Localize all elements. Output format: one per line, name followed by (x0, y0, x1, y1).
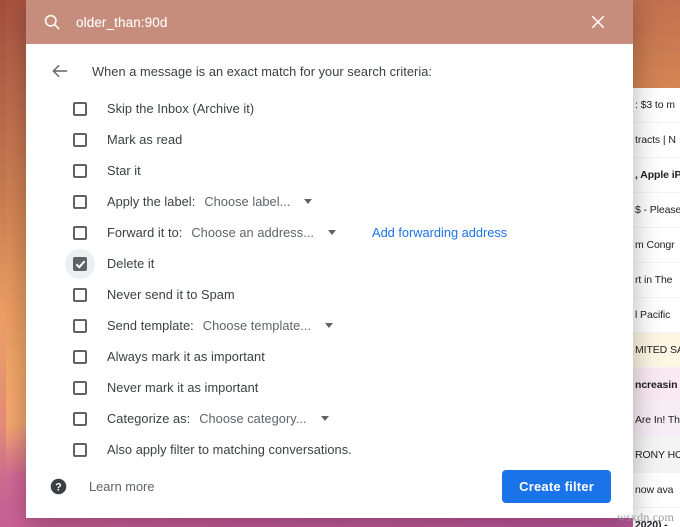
email-list-item[interactable]: Are In! The (633, 403, 680, 438)
email-list-item[interactable]: l Pacific (633, 298, 680, 333)
email-list-item[interactable]: 2020) - (633, 508, 680, 527)
checkbox-unchecked[interactable] (73, 350, 87, 364)
filter-action-label: Always mark it as important (107, 349, 265, 364)
close-icon[interactable] (581, 5, 615, 39)
checkbox-unchecked[interactable] (73, 226, 87, 240)
checkbox-unchecked[interactable] (73, 102, 87, 116)
email-list-item[interactable]: RONY HO (633, 438, 680, 473)
filter-action-label: Apply the label: (107, 194, 195, 209)
dropdown-selected-value: Choose template... (203, 318, 311, 333)
filter-creation-dialog: older_than:90d When a message is an exac… (26, 0, 633, 518)
checkbox-checked[interactable] (73, 257, 87, 271)
filter-action-dropdown[interactable]: Choose template... (203, 318, 333, 333)
filter-action-row[interactable]: Never mark it as important (53, 372, 633, 403)
filter-action-label: Send template: (107, 318, 194, 333)
learn-more-label: Learn more (89, 479, 154, 494)
search-icon (42, 12, 62, 32)
checkbox-unchecked[interactable] (73, 319, 87, 333)
chevron-down-icon (304, 199, 312, 204)
checkbox-unchecked[interactable] (73, 164, 87, 178)
add-forwarding-address-link[interactable]: Add forwarding address (372, 225, 507, 240)
close-x-glyph (589, 13, 607, 31)
chevron-down-icon (321, 416, 329, 421)
filter-action-label: Forward it to: (107, 225, 182, 240)
filter-action-dropdown[interactable]: Choose an address... (191, 225, 336, 240)
filter-action-label: Delete it (107, 256, 154, 271)
chevron-down-icon (325, 323, 333, 328)
dropdown-selected-value: Choose category... (199, 411, 306, 426)
search-bar: older_than:90d (26, 0, 633, 44)
filter-action-label: Never send it to Spam (107, 287, 235, 302)
dropdown-selected-value: Choose label... (204, 194, 290, 209)
email-list-item[interactable]: MITED SA (633, 333, 680, 368)
filter-actions-list: Skip the Inbox (Archive it) Mark as read S… (26, 93, 633, 465)
filter-action-row[interactable]: Categorize as: Choose category... (53, 403, 633, 434)
email-list-item[interactable]: now ava (633, 473, 680, 508)
filter-action-dropdown[interactable]: Choose category... (199, 411, 328, 426)
dialog-footer: ? Learn more Create filter (26, 454, 633, 518)
checkbox-unchecked[interactable] (73, 133, 87, 147)
email-list-item[interactable]: tracts | N (633, 123, 680, 158)
filter-action-dropdown[interactable]: Choose label... (204, 194, 312, 209)
left-edge-sliver (0, 0, 6, 527)
background-email-list[interactable]: : $3 to mtracts | N, Apple iP$ - Pleasem… (633, 88, 680, 527)
create-filter-button[interactable]: Create filter (502, 470, 611, 503)
filter-action-row[interactable]: Send template: Choose template... (53, 310, 633, 341)
email-list-item[interactable]: ncreasin (633, 368, 680, 403)
svg-text:?: ? (55, 481, 61, 493)
filter-action-row[interactable]: Always mark it as important (53, 341, 633, 372)
filter-action-label: Never mark it as important (107, 380, 258, 395)
filter-action-row[interactable]: Star it (53, 155, 633, 186)
checkbox-unchecked[interactable] (73, 443, 87, 457)
email-list-item[interactable]: rt in The (633, 263, 680, 298)
dialog-body: When a message is an exact match for you… (26, 44, 633, 518)
back-arrow-icon[interactable] (50, 61, 70, 81)
filter-action-label: Skip the Inbox (Archive it) (107, 101, 254, 116)
email-list-item[interactable]: , Apple iP (633, 158, 680, 193)
filter-action-row[interactable]: Never send it to Spam (53, 279, 633, 310)
email-list-item[interactable]: : $3 to m (633, 88, 680, 123)
chevron-down-icon (328, 230, 336, 235)
checkbox-unchecked[interactable] (73, 412, 87, 426)
filter-action-row[interactable]: Delete it (53, 248, 633, 279)
filter-action-row[interactable]: Forward it to: Choose an address... Add fo… (53, 217, 633, 248)
filter-action-label: Mark as read (107, 132, 182, 147)
filter-action-label: Star it (107, 163, 141, 178)
checkbox-unchecked[interactable] (73, 288, 87, 302)
filter-action-row[interactable]: Apply the label: Choose label... (53, 186, 633, 217)
filter-action-row[interactable]: Mark as read (53, 124, 633, 155)
checkbox-unchecked[interactable] (73, 381, 87, 395)
email-list-item[interactable]: $ - Please (633, 193, 680, 228)
learn-more-link[interactable]: ? Learn more (50, 478, 154, 495)
filter-action-label: Categorize as: (107, 411, 190, 426)
email-list-item[interactable]: m Congr (633, 228, 680, 263)
filter-action-row[interactable]: Skip the Inbox (Archive it) (53, 93, 633, 124)
search-input[interactable]: older_than:90d (76, 15, 581, 30)
help-circle-icon: ? (50, 478, 67, 495)
criteria-header: When a message is an exact match for you… (26, 44, 633, 93)
dropdown-selected-value: Choose an address... (191, 225, 314, 240)
criteria-text: When a message is an exact match for you… (92, 64, 432, 79)
checkbox-unchecked[interactable] (73, 195, 87, 209)
